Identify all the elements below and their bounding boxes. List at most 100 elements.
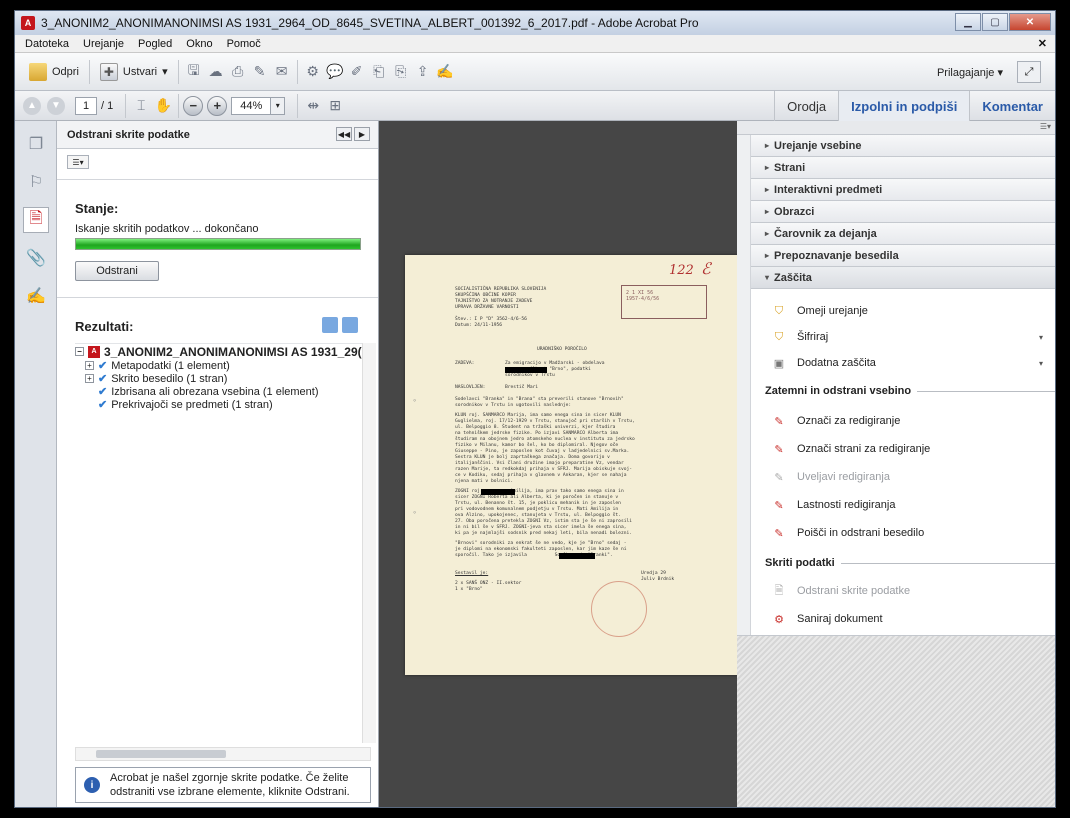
menu-okno[interactable]: Okno (186, 38, 212, 50)
hidden-heading-label: Skriti podatki (765, 557, 835, 569)
hidden-data-icon[interactable]: 🗎 (23, 207, 49, 233)
scroll-thumb[interactable] (96, 750, 226, 758)
lock-shield-icon: ⛉ (774, 330, 784, 343)
open-button[interactable]: Odpri (23, 58, 85, 86)
section-protection[interactable]: ▾ Zaščita (751, 267, 1055, 289)
section-action-wizard[interactable]: ▸ Čarovnik za dejanja (751, 223, 1055, 245)
highlight-icon[interactable]: ✐ (346, 61, 368, 83)
panel-options-icon[interactable]: ☰▾ (1040, 122, 1051, 131)
tree-item-hidden-text[interactable]: + ✔ Skrito besedilo (1 stran) (75, 372, 371, 385)
close-window-button[interactable]: ✕ (1009, 13, 1051, 31)
protection-dropdown-icon[interactable]: ▾ (1039, 359, 1043, 368)
bookmarks-icon[interactable]: ⚐ (23, 169, 49, 195)
signatures-icon[interactable]: ✍ (23, 283, 49, 309)
redaction-properties-button[interactable]: ✎ Lastnosti redigiranja (771, 497, 895, 513)
tree-item-overlapping[interactable]: ✔ Prekrivajoči se predmeti (1 stran) (75, 398, 371, 412)
collapse-panel-icon[interactable]: ◀◀ (336, 127, 352, 141)
tree-item-metadata[interactable]: + ✔ Metapodatki (1 element) (75, 359, 371, 372)
checkmark-icon[interactable]: ✔ (98, 398, 107, 411)
select-cursor-icon[interactable]: ⌶ (130, 95, 152, 117)
checkmark-icon[interactable]: ✔ (98, 359, 107, 372)
encrypt-dropdown-icon[interactable]: ▾ (1039, 333, 1043, 342)
pdf-page[interactable]: 122 ℰ SOCIALISTIČNA REPUBLIKA SLOVENIJA … (405, 255, 739, 675)
collapse-all-icon[interactable] (342, 317, 358, 333)
section-interactive-objects[interactable]: ▸ Interaktivni predmeti (751, 179, 1055, 201)
results-horizontal-scrollbar[interactable] (75, 747, 371, 761)
checkmark-icon[interactable]: ✔ (98, 372, 107, 385)
stamp-icon[interactable]: ⎗ (368, 61, 390, 83)
maximize-button[interactable]: ▢ (982, 13, 1008, 31)
customize-dropdown[interactable]: Prilagajanje ▾ (937, 66, 1003, 79)
edit-icon[interactable]: ✎ (249, 61, 271, 83)
menu-bar: Datoteka Urejanje Pogled Okno Pomoč ✕ (15, 35, 1055, 53)
menu-pomoc[interactable]: Pomoč (227, 38, 261, 50)
restrict-editing-button[interactable]: ⛉ Omeji urejanje (771, 303, 868, 319)
official-seal-icon (591, 581, 647, 637)
encrypt-button[interactable]: ⛉ Šifriraj (771, 329, 828, 345)
fit-page-icon[interactable]: ⊞ (324, 95, 346, 117)
tab-fill-sign[interactable]: Izpolni in podpiši (838, 91, 970, 121)
tab-comment[interactable]: Komentar (969, 91, 1055, 121)
section-text-recognition[interactable]: ▸ Prepoznavanje besedila (751, 245, 1055, 267)
find-remove-text-button[interactable]: ✎ Poišči in odstrani besedilo (771, 525, 924, 541)
zoom-input[interactable]: 44% (231, 96, 272, 115)
section-forms[interactable]: ▸ Obrazci (751, 201, 1055, 223)
mark-for-redaction-button[interactable]: ✎ Označi za redigiranje (771, 413, 900, 429)
attach-icon[interactable]: ⎘ (390, 61, 412, 83)
open-label: Odpri (52, 65, 79, 78)
previous-page-icon[interactable]: ▲ (23, 96, 41, 115)
menu-datoteka[interactable]: Datoteka (25, 38, 69, 50)
export-icon[interactable]: ⇪ (412, 61, 434, 83)
section-pages[interactable]: ▸ Strani (751, 157, 1055, 179)
options-menu-icon[interactable]: ☰▾ (67, 155, 89, 169)
menu-urejanje[interactable]: Urejanje (83, 38, 124, 50)
document-view[interactable]: 122 ℰ SOCIALISTIČNA REPUBLIKA SLOVENIJA … (379, 121, 739, 807)
folder-icon (29, 62, 47, 81)
remove-button[interactable]: Odstrani (75, 261, 159, 281)
section-content-editing[interactable]: ▸ Urejanje vsebine (751, 135, 1055, 157)
close-document-icon[interactable]: ✕ (1038, 37, 1047, 50)
next-page-icon[interactable]: ▼ (47, 96, 65, 115)
zoom-dropdown-icon[interactable]: ▾ (271, 96, 286, 115)
print-icon[interactable]: ⎙ (227, 61, 249, 83)
expand-toggle[interactable]: + (85, 361, 94, 370)
sanitize-document-button[interactable]: ⚙ Saniraj dokument (771, 611, 883, 627)
expand-toggle[interactable]: + (85, 374, 94, 383)
remove-hidden-data-button[interactable]: 🗎 Odstrani skrite podatke (771, 583, 911, 599)
checkmark-icon[interactable]: ✔ (98, 385, 107, 398)
zoom-in-icon[interactable]: + (207, 95, 228, 116)
expand-panel-icon[interactable]: ▶ (354, 127, 370, 141)
sanitize-icon: ⚙ (774, 613, 784, 626)
find-text-icon: ✎ (774, 527, 784, 540)
expand-icon[interactable]: ⤢ (1017, 61, 1041, 83)
sign-icon[interactable]: ✍ (434, 61, 456, 83)
tab-tools[interactable]: Orodja (774, 91, 838, 121)
cloud-upload-icon[interactable]: ☁ (205, 61, 227, 83)
create-button[interactable]: ✚ Ustvari ▾ (94, 58, 174, 86)
menu-pogled[interactable]: Pogled (138, 38, 172, 50)
redaction-box (505, 367, 547, 373)
tree-root[interactable]: − A 3_ANONIM2_ANONIMANONIMSI AS 1931_29(… (75, 344, 371, 359)
minimize-button[interactable]: ▁ (955, 13, 981, 31)
expand-arrow-icon: ▸ (765, 251, 770, 260)
attachments-icon[interactable]: 📎 (23, 245, 49, 271)
page-thumbnails-icon[interactable]: ❐ (23, 131, 49, 157)
settings-icon[interactable]: ⚙ (302, 61, 324, 83)
zadeva-label: ZADEVA: (455, 361, 475, 366)
status-text: Iskanje skritih podatkov ... dokončano (75, 223, 259, 235)
toolbar-separator (125, 93, 127, 118)
mark-pages-redaction-button[interactable]: ✎ Označi strani za redigiranje (771, 441, 930, 457)
collapse-toggle[interactable]: − (75, 347, 84, 356)
additional-protection-button[interactable]: ▣ Dodatna zaščita (771, 355, 876, 371)
tree-item-deleted-content[interactable]: ✔ Izbrisana ali obrezana vsebina (1 elem… (75, 385, 371, 399)
expand-all-icon[interactable] (322, 317, 338, 333)
fit-width-icon[interactable]: ⇹ (302, 95, 324, 117)
save-icon[interactable]: 🖫 (183, 61, 205, 83)
apply-redactions-button[interactable]: ✎ Uveljavi redigiranja (771, 469, 890, 485)
zoom-out-icon[interactable]: − (183, 95, 204, 116)
hand-tool-icon[interactable]: ✋ (152, 95, 174, 117)
email-icon[interactable]: ✉ (271, 61, 293, 83)
page-number-input[interactable]: 1 (75, 96, 97, 115)
comment-icon[interactable]: 💬 (324, 61, 346, 83)
results-vertical-scrollbar[interactable] (362, 343, 376, 743)
